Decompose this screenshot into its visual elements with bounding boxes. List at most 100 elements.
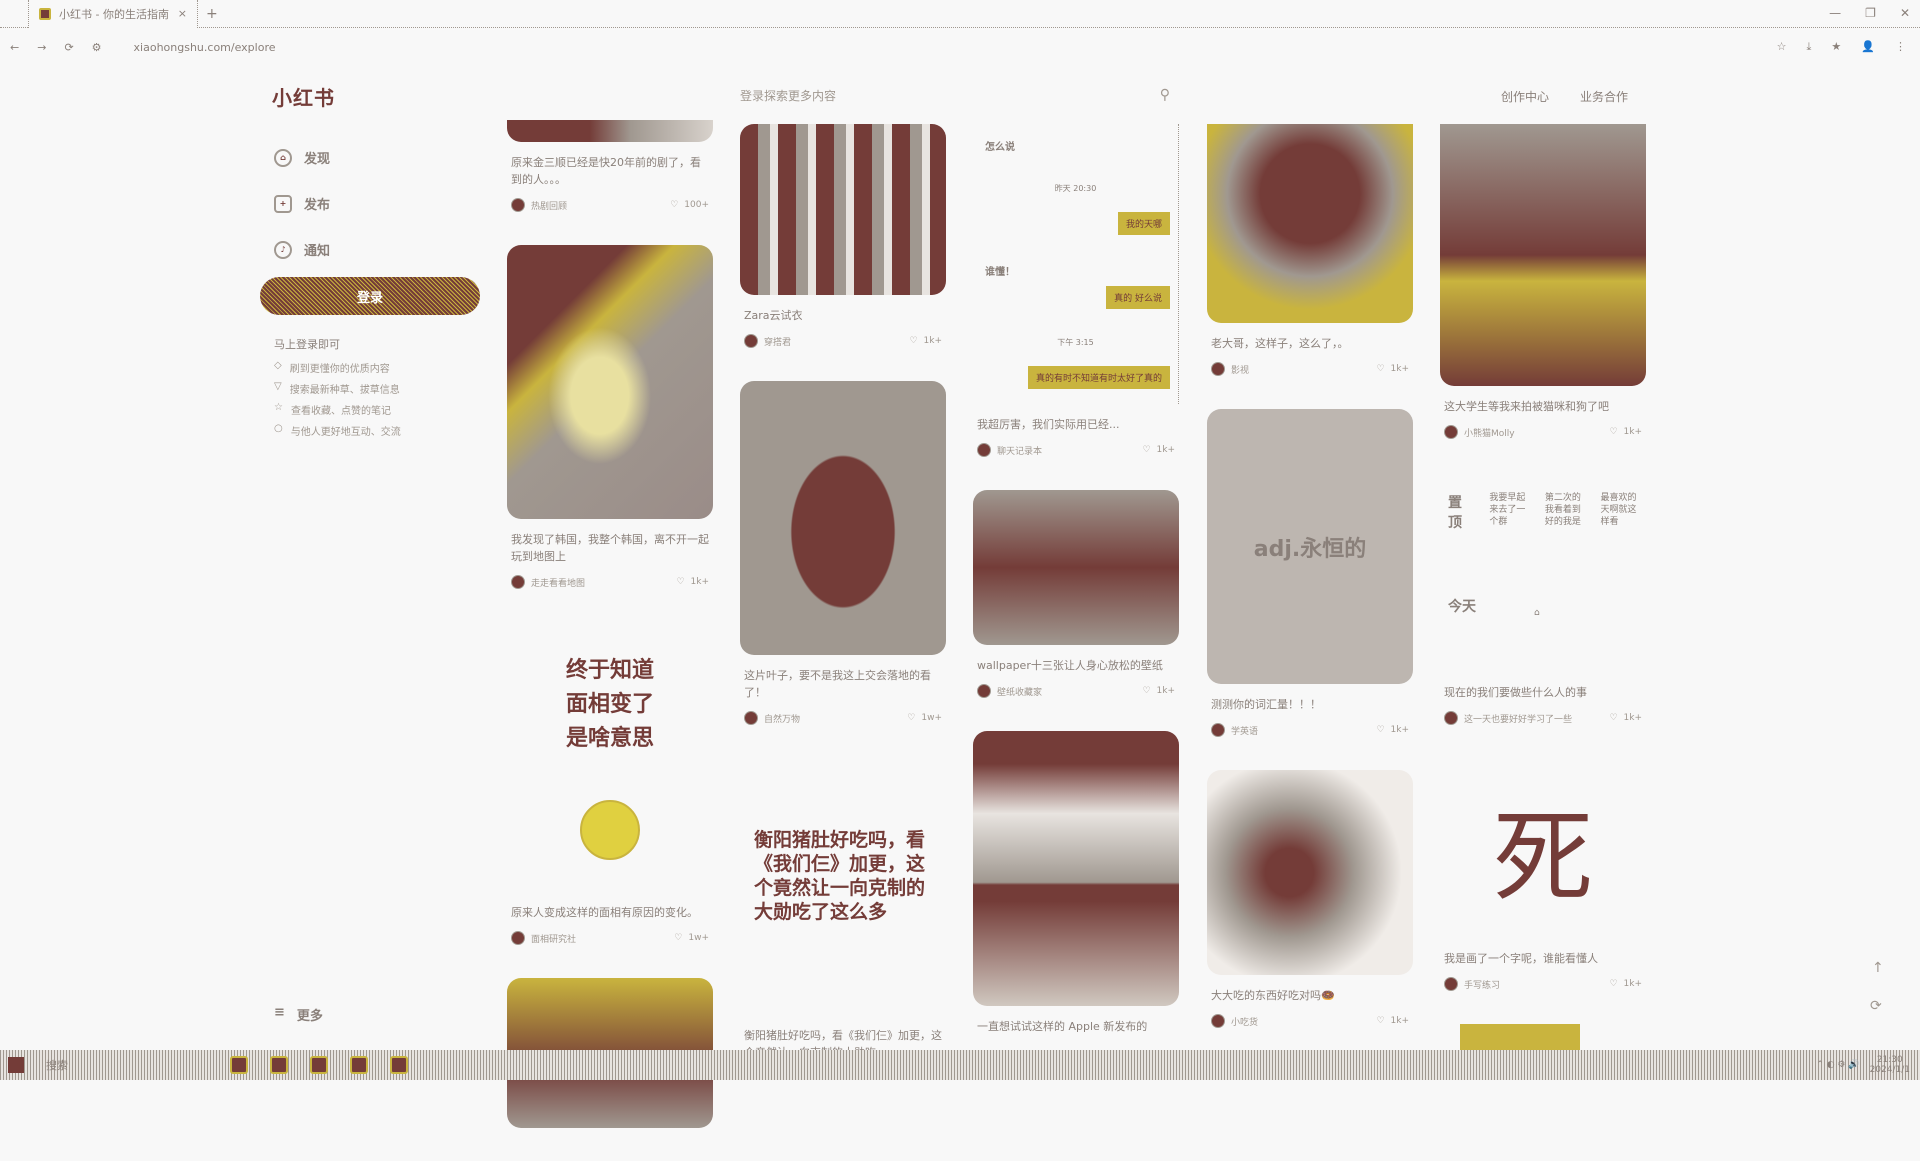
search-input[interactable]: 登录探索更多内容 ⚲ [740,82,1170,108]
note-title[interactable]: 测测你的词汇量！！！ [1207,696,1413,713]
avatar[interactable] [511,931,525,945]
avatar[interactable] [1444,711,1458,725]
note-title[interactable]: Zara云试衣 [740,307,946,324]
note-title[interactable]: 原来金三顺已经是快20年前的剧了，看到的人。。。 [507,154,713,188]
note-cover[interactable] [507,120,713,142]
note-cover[interactable] [973,731,1179,1006]
avatar[interactable] [744,711,758,725]
heart-icon[interactable]: ♡ [1142,445,1150,455]
heart-icon[interactable]: ♡ [674,933,682,943]
search-icon[interactable]: ⚲ [1160,87,1170,103]
refresh-icon[interactable]: ⟳ [1870,998,1882,1014]
note-cover[interactable]: adj.永恒的 [1207,409,1413,684]
more-menu[interactable]: ≡ 更多 [274,1005,323,1024]
note-card[interactable]: 这大学生等我来拍被猫咪和狗了吧 小熊猫Molly ♡ 1k+ [1440,124,1646,439]
tray-icons[interactable]: ⌃ ◐ ⚙ 🔊 [1816,1060,1859,1070]
forward-icon[interactable]: → [37,41,46,54]
avatar[interactable] [977,443,991,457]
business-link[interactable]: 业务合作 [1580,88,1628,105]
author-name[interactable]: 小吃货 [1231,1015,1258,1028]
note-title[interactable]: 我超厉害，我们实际用已经... [973,416,1179,433]
heart-icon[interactable]: ♡ [670,200,678,210]
heart-icon[interactable]: ♡ [1609,979,1617,989]
note-card[interactable]: 衡阳猪肚好吃吗，看《我们仨》加更，这个竟然让一向克制的大勋吃了这么多 衡阳猪肚好… [740,758,946,1061]
heart-icon[interactable]: ♡ [1376,1016,1384,1026]
wps-icon[interactable] [310,1056,328,1074]
heart-icon[interactable]: ♡ [1609,427,1617,437]
note-cover[interactable]: 终于知道 面相变了 是啥意思 [507,622,713,892]
note-title[interactable]: 我发现了韩国，我整个韩国，离不开一起玩到地图上 [507,531,713,565]
url-input[interactable]: xiaohongshu.com/explore [134,41,276,54]
close-tab-icon[interactable]: × [178,7,187,20]
author-name[interactable]: 走走看看地图 [531,576,585,589]
clock-date[interactable]: 2024/1/1 [1870,1065,1910,1075]
avatar[interactable] [1444,977,1458,991]
note-card[interactable]: 终于知道 面相变了 是啥意思 原来人变成这样的面相有原因的变化。 面相研究社 ♡ 1… [507,622,713,945]
note-card[interactable]: 大大吃的东西好吃对吗🍩 小吃货 ♡ 1k+ [1207,770,1413,1028]
note-card[interactable]: Zara云试衣 穿搭君 ♡ 1k+ [740,124,946,348]
note-card[interactable]: 这片叶子，要不是我这上交会落地的看了！ 自然万物 ♡ 1w+ [740,381,946,725]
creator-center-link[interactable]: 创作中心 [1501,88,1549,105]
browser-tab[interactable]: 小红书 - 你的生活指南 × [28,0,198,28]
heart-icon[interactable]: ♡ [909,336,917,346]
favorites-icon[interactable]: ★ [1831,40,1841,54]
avatar[interactable] [511,575,525,589]
note-card[interactable]: 一直想试试这样的 Apple 新发布的 [973,731,1179,1035]
login-button[interactable]: 登录 [260,277,480,315]
avatar[interactable] [977,684,991,698]
note-card[interactable]: 死 我是画了一个字呢，谁能看懂人 手写练习 ♡ 1k+ [1440,758,1646,991]
clock-time[interactable]: 21:30 [1877,1055,1903,1065]
avatar[interactable] [511,198,525,212]
note-title[interactable]: 现在的我们要做些什么人的事 [1440,684,1646,701]
note-cover[interactable] [740,124,946,295]
back-icon[interactable]: ← [10,41,19,54]
avatar[interactable] [744,334,758,348]
close-window-button[interactable]: ✕ [1900,6,1910,20]
file-explorer-icon[interactable] [230,1056,248,1074]
heart-icon[interactable]: ♡ [1609,713,1617,723]
note-title[interactable]: 一直想试试这样的 Apple 新发布的 [973,1018,1179,1035]
note-cover[interactable]: 死 [1440,758,1646,938]
note-card[interactable]: 老大哥，这样子，这么了，。 影视 ♡ 1k+ [1207,124,1413,376]
heart-icon[interactable]: ♡ [676,577,684,587]
avatar[interactable] [1444,425,1458,439]
bookmark-icon[interactable]: ☆ [1777,40,1787,54]
profile-icon[interactable]: 👤 [1861,40,1875,54]
author-name[interactable]: 聊天记录本 [997,444,1042,457]
note-title[interactable]: 我是画了一个字呢，谁能看懂人 [1440,950,1646,967]
new-tab-button[interactable]: + [206,6,218,22]
heart-icon[interactable]: ♡ [1376,725,1384,735]
note-card[interactable]: 置顶 我要早起来去了一个群 第二次的我看着到好的我是 最喜欢的天啊就这样看 今天… [1440,472,1646,725]
note-title[interactable]: 这片叶子，要不是我这上交会落地的看了！ [740,667,946,701]
app-icon[interactable] [270,1056,288,1074]
note-cover[interactable] [507,245,713,519]
note-title[interactable]: 这大学生等我来拍被猫咪和狗了吧 [1440,398,1646,415]
author-name[interactable]: 这一天也要好好学习了一些 [1464,712,1572,725]
browser-icon[interactable] [390,1056,408,1074]
author-name[interactable]: 穿搭君 [764,335,791,348]
heart-icon[interactable]: ♡ [1142,686,1150,696]
author-name[interactable]: 热剧回顾 [531,199,567,212]
author-name[interactable]: 手写练习 [1464,978,1500,991]
reload-icon[interactable]: ⟳ [64,41,73,54]
heart-icon[interactable]: ♡ [1376,364,1384,374]
site-info-icon[interactable]: ⚙ [92,41,102,54]
note-card[interactable]: wallpaper十三张让人身心放松的壁纸 壁纸收藏家 ♡ 1k+ [973,490,1179,698]
author-name[interactable]: 壁纸收藏家 [997,685,1042,698]
back-to-top-icon[interactable]: ↑ [1872,960,1884,976]
taskbar-search[interactable]: 搜索 [46,1057,68,1073]
note-cover[interactable] [1207,770,1413,975]
start-icon[interactable] [8,1057,24,1073]
note-cover[interactable] [1440,124,1646,386]
author-name[interactable]: 影视 [1231,363,1249,376]
heart-icon[interactable]: ♡ [907,713,915,723]
note-card[interactable]: 原来金三顺已经是快20年前的剧了，看到的人。。。 热剧回顾 ♡ 100+ [507,120,713,212]
avatar[interactable] [1211,723,1225,737]
avatar[interactable] [1211,1014,1225,1028]
avatar[interactable] [1211,362,1225,376]
note-cover[interactable] [973,490,1179,645]
note-card[interactable]: 怎么说 昨天 20:30 我的天哪 谁懂！ 真的 好么说 下午 3:15 真的有… [973,124,1179,457]
app-icon[interactable] [350,1056,368,1074]
author-name[interactable]: 自然万物 [764,712,800,725]
note-title[interactable]: 老大哥，这样子，这么了，。 [1207,335,1413,352]
